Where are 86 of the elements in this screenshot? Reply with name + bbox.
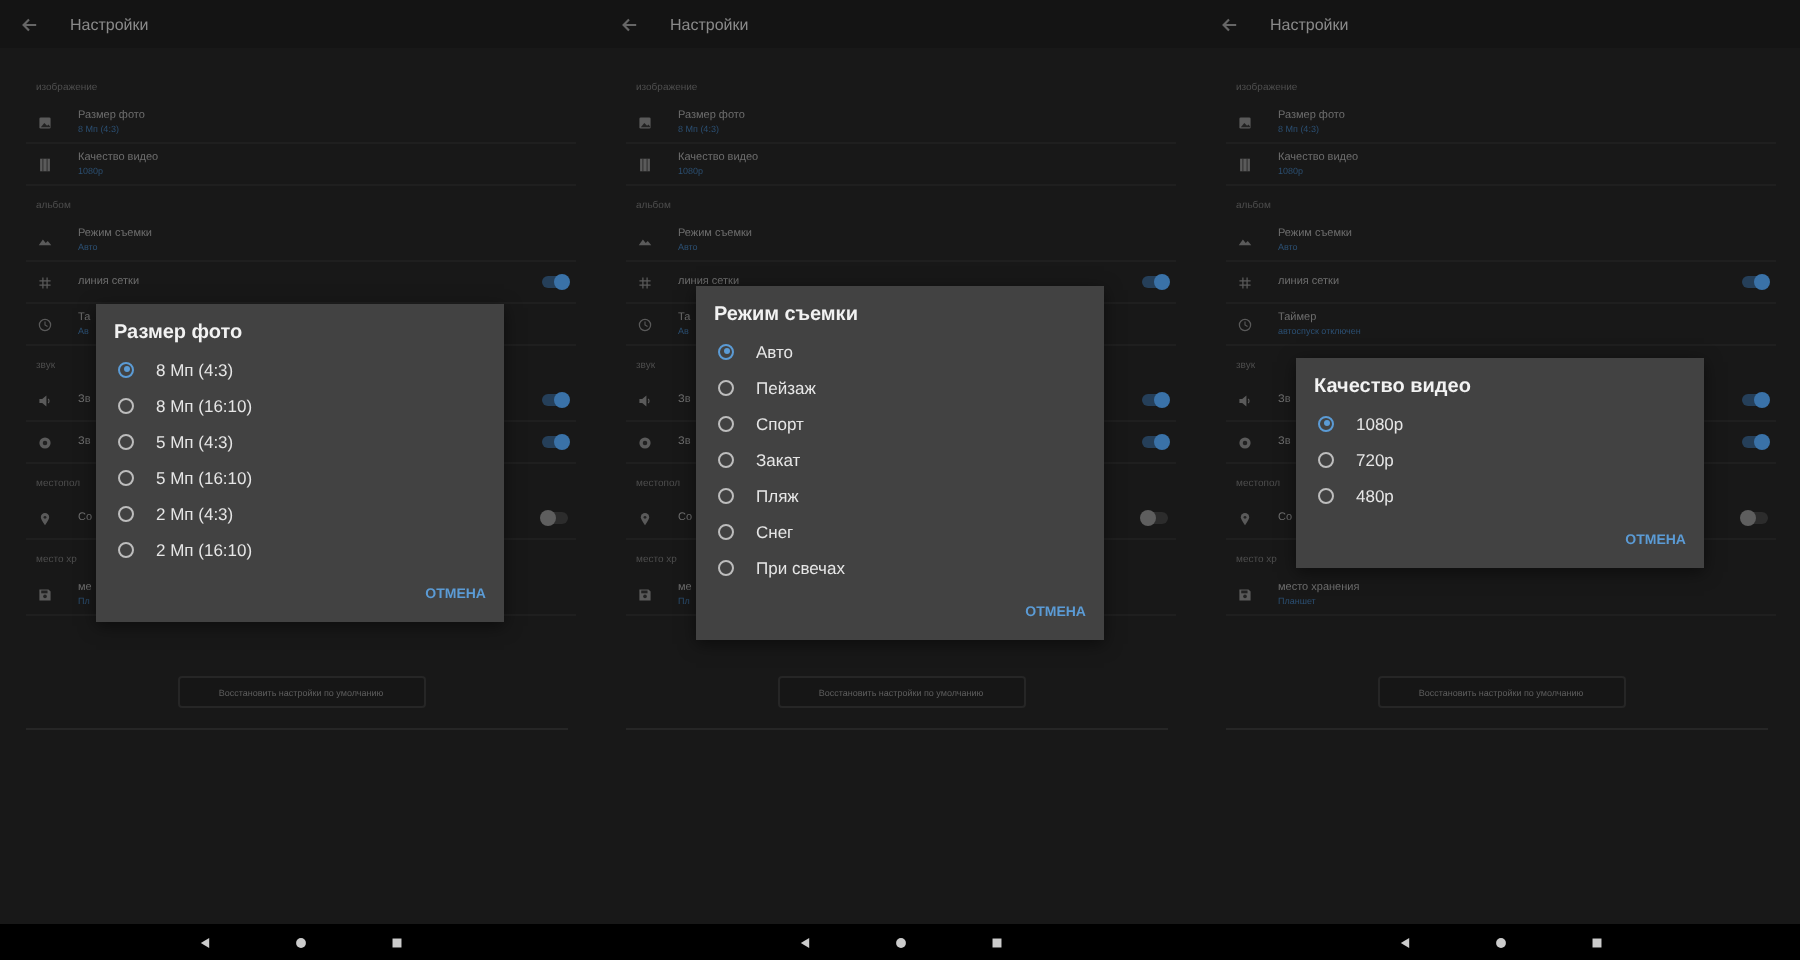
home-icon[interactable] xyxy=(293,935,307,949)
toggle-switch[interactable] xyxy=(1142,276,1168,288)
toggle-switch[interactable] xyxy=(542,436,568,448)
radio-button[interactable] xyxy=(718,343,734,359)
recents-icon[interactable] xyxy=(989,935,1003,949)
image-icon xyxy=(1238,115,1252,129)
option-label[interactable]: 2 Мп (16:10) xyxy=(156,539,253,559)
back-icon[interactable] xyxy=(1397,935,1411,949)
save-icon xyxy=(638,587,652,601)
option-label[interactable]: 1080p xyxy=(1356,413,1404,433)
radio-button[interactable] xyxy=(718,559,734,575)
option-label[interactable]: 8 Мп (4:3) xyxy=(156,359,234,379)
option-label[interactable]: 8 Мп (16:10) xyxy=(156,395,253,415)
option-label[interactable]: Снег xyxy=(756,521,794,541)
radio-button[interactable] xyxy=(118,505,134,521)
radio-button[interactable] xyxy=(1318,487,1334,503)
back-arrow-icon[interactable] xyxy=(620,15,638,33)
shutter-icon xyxy=(1238,435,1252,449)
home-icon[interactable] xyxy=(1493,935,1507,949)
image-icon xyxy=(38,115,52,129)
toggle-switch[interactable] xyxy=(542,394,568,406)
screen-title: Настройки xyxy=(1270,15,1349,33)
shutter-icon xyxy=(38,435,52,449)
screen-title: Настройки xyxy=(670,15,749,33)
option-label[interactable]: 5 Мп (4:3) xyxy=(156,431,234,451)
toggle-switch[interactable] xyxy=(1742,394,1768,406)
radio-button[interactable] xyxy=(718,523,734,539)
toggle-switch[interactable] xyxy=(542,276,568,288)
recents-icon[interactable] xyxy=(1589,935,1603,949)
clock-icon xyxy=(638,317,652,331)
dialog-title: Качество видео xyxy=(1314,374,1473,401)
image-icon xyxy=(638,115,652,129)
option-label[interactable]: Спорт xyxy=(756,413,804,433)
toggle-switch[interactable] xyxy=(1142,512,1168,524)
save-icon xyxy=(38,587,52,601)
grid-icon xyxy=(1238,275,1252,289)
back-arrow-icon[interactable] xyxy=(1220,15,1238,33)
toggle-switch[interactable] xyxy=(1742,276,1768,288)
radio-button[interactable] xyxy=(118,433,134,449)
back-icon[interactable] xyxy=(797,935,811,949)
radio-button[interactable] xyxy=(1318,415,1334,431)
radio-button[interactable] xyxy=(718,379,734,395)
radio-button[interactable] xyxy=(1318,451,1334,467)
clock-icon xyxy=(1238,317,1252,331)
radio-button[interactable] xyxy=(118,469,134,485)
home-icon[interactable] xyxy=(893,935,907,949)
pin-icon xyxy=(38,511,52,525)
option-label[interactable]: 480p xyxy=(1356,485,1394,505)
dialog-title: Режим съемки xyxy=(714,302,860,329)
speaker-icon xyxy=(638,393,652,407)
pin-icon xyxy=(638,511,652,525)
save-icon xyxy=(1238,587,1252,601)
grid-icon xyxy=(638,275,652,289)
grid-icon xyxy=(38,275,52,289)
radio-button[interactable] xyxy=(718,451,734,467)
option-label[interactable]: При свечах xyxy=(756,557,845,577)
shutter-icon xyxy=(638,435,652,449)
radio-button[interactable] xyxy=(718,487,734,503)
dialog-title: Размер фото xyxy=(114,320,245,347)
toggle-switch[interactable] xyxy=(542,512,568,524)
pin-icon xyxy=(1238,511,1252,525)
option-label[interactable]: Закат xyxy=(756,449,801,469)
clock-icon xyxy=(38,317,52,331)
radio-button[interactable] xyxy=(718,415,734,431)
option-label[interactable]: 2 Мп (4:3) xyxy=(156,503,234,523)
radio-button[interactable] xyxy=(118,361,134,377)
radio-button[interactable] xyxy=(118,397,134,413)
option-label[interactable]: 720p xyxy=(1356,449,1394,469)
radio-button[interactable] xyxy=(118,541,134,557)
film-icon xyxy=(1238,157,1252,171)
option-label[interactable]: 5 Мп (16:10) xyxy=(156,467,253,487)
screen-title: Настройки xyxy=(70,15,149,33)
recents-icon[interactable] xyxy=(389,935,403,949)
toggle-switch[interactable] xyxy=(1142,394,1168,406)
film-icon xyxy=(38,157,52,171)
option-label[interactable]: Пляж xyxy=(756,485,799,505)
toggle-switch[interactable] xyxy=(1742,512,1768,524)
toggle-switch[interactable] xyxy=(1742,436,1768,448)
option-label[interactable]: Пейзаж xyxy=(756,377,816,397)
back-arrow-icon[interactable] xyxy=(20,15,38,33)
toggle-switch[interactable] xyxy=(1142,436,1168,448)
back-icon[interactable] xyxy=(197,935,211,949)
speaker-icon xyxy=(38,393,52,407)
speaker-icon xyxy=(1238,393,1252,407)
film-icon xyxy=(638,157,652,171)
option-label[interactable]: Авто xyxy=(756,341,794,361)
